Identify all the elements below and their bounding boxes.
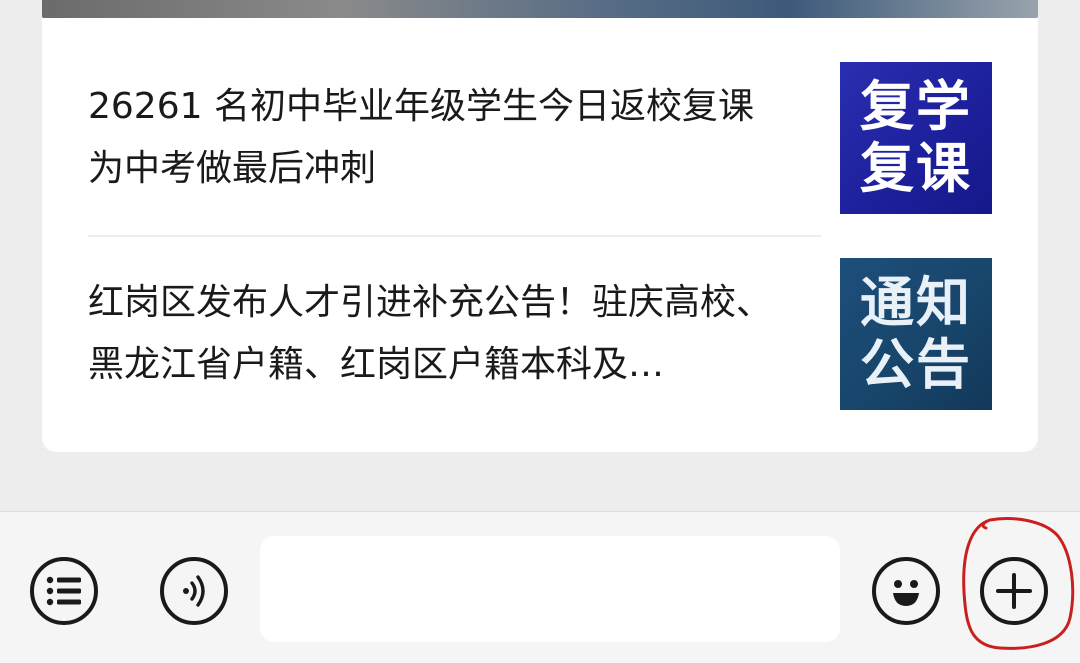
- emoji-icon: [893, 580, 919, 606]
- voice-icon: [183, 575, 205, 607]
- emoji-button[interactable]: [872, 557, 940, 625]
- plus-icon: [996, 573, 1032, 609]
- chat-screen: 26261 名初中毕业年级学生今日返校复课 为中考做最后冲刺 复学 复课 红岗区…: [0, 0, 1080, 663]
- article-divider: [88, 235, 821, 237]
- menu-button[interactable]: [30, 557, 98, 625]
- more-button[interactable]: [980, 557, 1048, 625]
- article-title-1[interactable]: 26261 名初中毕业年级学生今日返校复课 为中考做最后冲刺: [88, 76, 788, 200]
- chat-input-bar: [0, 511, 1080, 663]
- message-input[interactable]: [260, 536, 840, 642]
- article-thumbnail-2[interactable]: 通知 公告: [840, 258, 992, 410]
- thumbnail-1-line-1: 复学: [860, 75, 972, 138]
- article-title-2[interactable]: 红岗区发布人才引进补充公告！驻庆高校、黑龙江省户籍、红岗区户籍本科及…: [88, 272, 788, 396]
- voice-button[interactable]: [160, 557, 228, 625]
- menu-icon: [46, 576, 81, 606]
- article-thumbnail-1[interactable]: 复学 复课: [840, 62, 992, 214]
- article-card: 26261 名初中毕业年级学生今日返校复课 为中考做最后冲刺 复学 复课 红岗区…: [42, 18, 1038, 452]
- article-item-2[interactable]: 红岗区发布人才引进补充公告！驻庆高校、黑龙江省户籍、红岗区户籍本科及… 通知 公…: [88, 258, 992, 410]
- thumbnail-2-line-1: 通知: [860, 271, 972, 334]
- thumbnail-2-line-2: 公告: [860, 333, 972, 396]
- thumbnail-1-line-2: 复课: [860, 137, 972, 200]
- article-item-1[interactable]: 26261 名初中毕业年级学生今日返校复课 为中考做最后冲刺 复学 复课: [88, 62, 992, 214]
- article-image-top[interactable]: [42, 0, 1038, 18]
